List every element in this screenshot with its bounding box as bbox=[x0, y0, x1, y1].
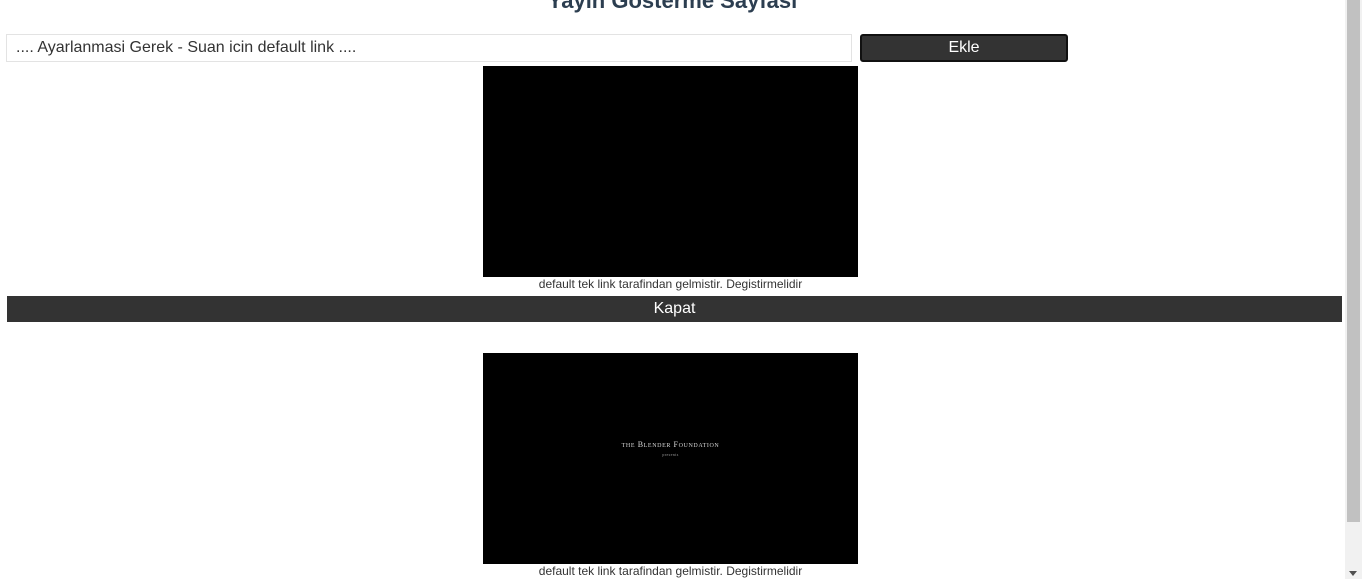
add-button[interactable]: Ekle bbox=[860, 34, 1068, 62]
vertical-scrollbar[interactable] bbox=[1345, 0, 1362, 579]
video-frame-subtitle: presents bbox=[662, 452, 679, 457]
scroll-down-arrow-icon[interactable] bbox=[1349, 571, 1357, 576]
page-title: Yayin Gosterme Sayfasi bbox=[547, 0, 798, 13]
stream-url-input[interactable] bbox=[6, 34, 852, 62]
video-caption-1: default tek link tarafindan gelmistir. D… bbox=[538, 277, 803, 291]
close-button[interactable]: Kapat bbox=[7, 296, 1342, 322]
page: Yayin Gosterme Sayfasi Ekle default tek … bbox=[0, 0, 1345, 579]
video-frame-title: the Blender Foundation bbox=[621, 440, 720, 449]
video-player-1[interactable] bbox=[483, 66, 858, 277]
video-caption-2: default tek link tarafindan gelmistir. D… bbox=[538, 564, 803, 578]
video-player-2[interactable]: the Blender Foundation presents bbox=[483, 353, 858, 564]
scrollbar-thumb[interactable] bbox=[1347, 0, 1360, 522]
